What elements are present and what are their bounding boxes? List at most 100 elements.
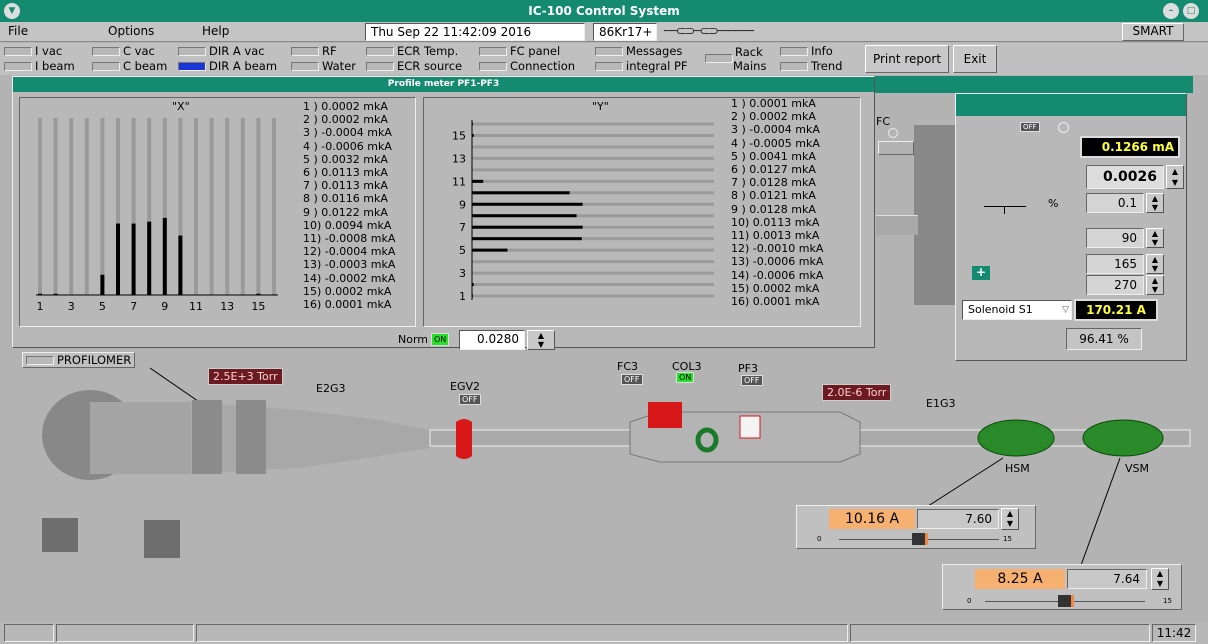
- fc3-state[interactable]: OFF: [621, 374, 643, 385]
- angle-spin-1[interactable]: ▲ ▼: [1146, 228, 1164, 248]
- y-tick-label: 13: [452, 152, 466, 165]
- angle-field-3[interactable]: 270: [1086, 275, 1144, 295]
- up-arrow-icon[interactable]: ▲: [1152, 229, 1158, 238]
- toggle-dir-a-beam[interactable]: DIR A beam: [178, 59, 277, 73]
- menu-file[interactable]: File: [8, 24, 28, 38]
- up-arrow-icon[interactable]: ▲: [1152, 276, 1158, 285]
- fc3-label: FC3: [617, 360, 639, 373]
- status-cell-2: [56, 624, 194, 642]
- down-arrow-icon[interactable]: ▼: [1152, 285, 1158, 294]
- egv2-state[interactable]: OFF: [459, 394, 481, 405]
- y-reading-8: 8 ) 0.0121 mkA: [731, 189, 816, 203]
- up-arrow-icon[interactable]: ▲: [538, 331, 544, 340]
- norm-on-toggle[interactable]: ON: [431, 333, 450, 346]
- chevron-down-icon[interactable]: ▽: [1062, 302, 1069, 318]
- down-arrow-icon[interactable]: ▼: [538, 340, 544, 349]
- hsm-setpoint[interactable]: 7.60: [917, 509, 999, 529]
- pf3-state[interactable]: OFF: [741, 375, 763, 386]
- value-field[interactable]: 0.0026: [1086, 165, 1164, 189]
- x-reading-9: 9 ) 0.0122 mkA: [303, 205, 388, 219]
- block-1: [42, 518, 78, 552]
- toggle-connection[interactable]: Connection: [479, 59, 575, 73]
- angle-spin-2[interactable]: ▲ ▼: [1146, 254, 1164, 274]
- vsm-setpoint[interactable]: 7.64: [1067, 569, 1147, 589]
- vsm-spin[interactable]: ▲ ▼: [1151, 568, 1169, 590]
- toggle-label: DIR A beam: [209, 58, 278, 73]
- toggle-i-beam[interactable]: I beam: [4, 59, 75, 73]
- up-arrow-icon[interactable]: ▲: [1157, 570, 1163, 578]
- hsm-control: 10.16 A 7.60 ▲ ▼ 0 15: [796, 505, 1036, 549]
- up-arrow-icon[interactable]: ▲: [1152, 255, 1158, 264]
- toggle-label: Info: [811, 43, 833, 58]
- down-arrow-icon[interactable]: ▼: [1152, 203, 1158, 212]
- y-bar: [472, 225, 583, 229]
- norm-value[interactable]: 0.0280: [459, 330, 525, 350]
- solenoid-select[interactable]: Solenoid S1 ▽: [962, 300, 1072, 320]
- x-bar: [100, 274, 105, 295]
- fc-button[interactable]: [878, 141, 914, 155]
- down-arrow-icon[interactable]: ▼: [1152, 264, 1158, 273]
- toggle-ecr-temp[interactable]: ECR Temp.: [366, 44, 458, 58]
- col3-state[interactable]: ON: [676, 372, 695, 383]
- toggle-i-vac[interactable]: I vac: [4, 44, 62, 58]
- toggle-c-vac[interactable]: C vac: [92, 44, 155, 58]
- plus-icon[interactable]: +: [972, 266, 990, 280]
- window-menu-icon[interactable]: ▼: [4, 3, 20, 19]
- x-profile-panel: "X" 1 3 5 7 9 11 13 15 1 ) 0.0002 mkA 2 ) 0.0002…: [19, 97, 416, 327]
- magnet-body: [90, 402, 200, 474]
- toggle-water[interactable]: Water: [291, 59, 356, 73]
- angle-spin-3[interactable]: ▲ ▼: [1146, 275, 1164, 295]
- indicator-led: [4, 61, 32, 71]
- toggle-dir-a-vac[interactable]: DIR A vac: [178, 44, 265, 58]
- hsm-magnet: [977, 419, 1055, 457]
- vsm-magnet: [1082, 419, 1164, 457]
- toggle-rf[interactable]: RF: [291, 44, 337, 58]
- toggle-fc-panel[interactable]: FC panel: [479, 44, 560, 58]
- egv2-label: EGV2: [450, 380, 480, 393]
- x-tick-label: 7: [130, 300, 137, 313]
- vsm-min: 0: [967, 597, 972, 605]
- down-arrow-icon[interactable]: ▼: [1007, 520, 1013, 528]
- print-report-button[interactable]: Print report: [865, 45, 949, 73]
- block-2: [144, 520, 180, 558]
- toggle-info[interactable]: Info: [780, 44, 833, 58]
- toggle-c-beam[interactable]: C beam: [92, 59, 167, 73]
- pct-field[interactable]: 0.1: [1086, 193, 1144, 213]
- vsm-slider-thumb[interactable]: [1058, 595, 1075, 607]
- status-cell-3: [196, 624, 848, 642]
- hsm-max: 15: [1003, 535, 1012, 543]
- ion-field[interactable]: 86Kr17+: [593, 23, 657, 41]
- menu-help[interactable]: Help: [202, 24, 229, 38]
- y-bar: [472, 202, 583, 206]
- toggle-messages[interactable]: Messages: [595, 44, 682, 58]
- angle-field-1[interactable]: 90: [1086, 228, 1144, 248]
- menu-options[interactable]: Options: [108, 24, 154, 38]
- smart-button[interactable]: SMART: [1122, 23, 1184, 41]
- toggle-label: Connection: [510, 58, 576, 73]
- norm-spin[interactable]: ▲ ▼: [527, 330, 555, 350]
- minimize-icon[interactable]: –: [1163, 3, 1179, 19]
- hsm-spin[interactable]: ▲ ▼: [1001, 508, 1019, 530]
- e1g3-label: E1G3: [926, 397, 956, 410]
- egv2-valve: [456, 419, 472, 459]
- toggle-rack-mains[interactable]: Rack Mains: [703, 45, 777, 73]
- angle-field-2[interactable]: 165: [1086, 254, 1144, 274]
- hsm-slider-thumb[interactable]: [912, 533, 929, 545]
- profile-title: Profile meter PF1-PF3: [13, 77, 874, 92]
- down-arrow-icon[interactable]: ▼: [1172, 178, 1178, 187]
- toggle-integral-pf[interactable]: integral PF: [595, 59, 688, 73]
- exit-button[interactable]: Exit: [953, 45, 997, 73]
- up-arrow-icon[interactable]: ▲: [1007, 510, 1013, 518]
- down-arrow-icon[interactable]: ▼: [1157, 580, 1163, 588]
- value-spin[interactable]: ▲ ▼: [1166, 165, 1184, 189]
- up-arrow-icon[interactable]: ▲: [1172, 167, 1178, 176]
- toggle-label: RF: [322, 43, 337, 58]
- toggle-ecr-source[interactable]: ECR source: [366, 59, 462, 73]
- pct-spin[interactable]: ▲ ▼: [1146, 193, 1164, 213]
- right-off-button[interactable]: OFF: [1020, 122, 1040, 132]
- down-arrow-icon[interactable]: ▼: [1152, 238, 1158, 247]
- up-arrow-icon[interactable]: ▲: [1152, 194, 1158, 203]
- indicator-led: [479, 46, 507, 56]
- toggle-trend[interactable]: Trend: [780, 59, 842, 73]
- maximize-icon[interactable]: □: [1183, 3, 1199, 19]
